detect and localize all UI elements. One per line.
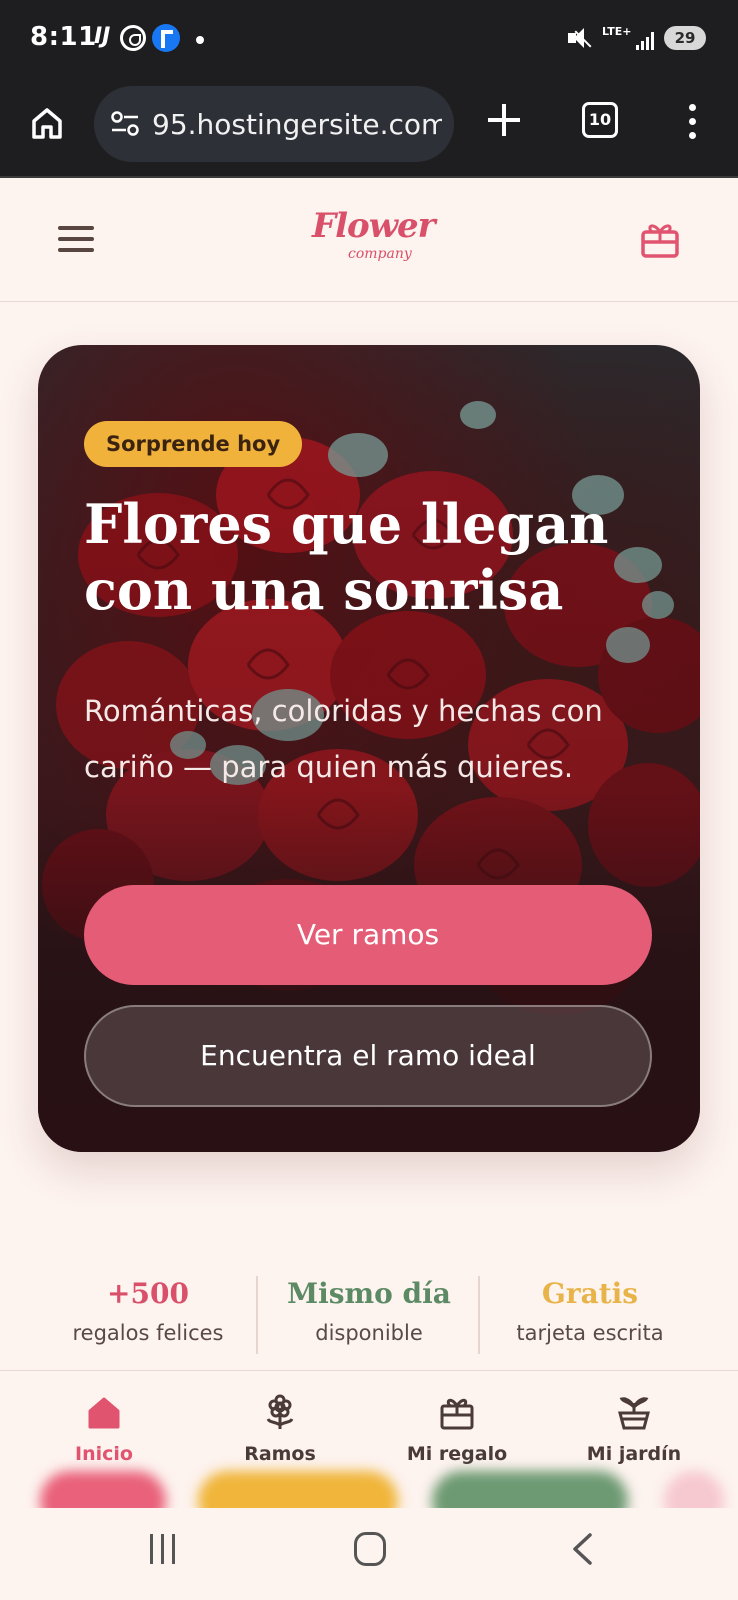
signal-icon — [636, 30, 658, 50]
recents-icon[interactable] — [148, 1534, 178, 1564]
bottom-navigation: Inicio Ramos Mi regalo Mi jardín — [0, 1370, 738, 1510]
find-ideal-bouquet-button[interactable]: Encuentra el ramo ideal — [84, 1005, 652, 1107]
whatsapp-icon — [120, 25, 146, 51]
network-type: LTE+ — [602, 25, 632, 38]
stat-divider — [256, 1276, 258, 1354]
browser-toolbar: 95.hostingersite.com 10 — [0, 80, 738, 178]
nav-item-mi-jardin[interactable]: Mi jardín — [544, 1393, 724, 1473]
browser-home-icon[interactable] — [30, 106, 64, 140]
browser-menu-icon[interactable] — [686, 104, 698, 140]
logo-sub-text: company — [348, 246, 412, 262]
plant-pot-icon — [614, 1393, 654, 1433]
nav-item-ramos[interactable]: Ramos — [190, 1393, 370, 1473]
stat-label: regalos felices — [72, 1321, 224, 1345]
url-text: 95.hostingersite.com — [152, 108, 442, 141]
hamburger-menu-icon[interactable] — [58, 226, 94, 252]
battery-icon: 29 — [664, 26, 706, 50]
nav-label: Mi regalo — [406, 1443, 508, 1465]
home-icon — [84, 1393, 124, 1433]
peek-card — [432, 1471, 628, 1510]
stat-free-card: Gratis tarjeta escrita — [480, 1274, 700, 1358]
stat-label: disponible — [315, 1321, 423, 1345]
facebook-messenger-icon — [152, 24, 180, 52]
stats-row: +500 regalos felices Mismo día disponibl… — [38, 1274, 700, 1358]
stat-value: +500 — [107, 1277, 189, 1310]
stat-value: Gratis — [541, 1277, 639, 1310]
hero-badge: Sorprende hoy — [84, 421, 303, 467]
nav-label: Ramos — [244, 1443, 316, 1465]
nav-item-mi-regalo[interactable]: Mi regalo — [367, 1393, 547, 1473]
dot-icon — [196, 36, 204, 44]
site-header: Flower company — [0, 180, 738, 302]
status-time: 8:11 — [30, 22, 97, 52]
nav-label: Mi jardín — [586, 1443, 682, 1465]
status-bar: 8:11 IJ LTE+ 29 — [0, 0, 738, 80]
peek-card — [40, 1471, 166, 1510]
gift-icon[interactable] — [640, 220, 680, 258]
stat-value: Mismo día — [287, 1277, 451, 1310]
address-bar[interactable]: 95.hostingersite.com — [94, 86, 454, 162]
peek-card — [664, 1471, 724, 1510]
mute-icon — [568, 28, 592, 48]
hero-banner: Sorprende hoy Flores que llegan con una … — [38, 345, 700, 1152]
stat-gifts: +500 regalos felices — [38, 1274, 258, 1358]
gift-icon — [437, 1393, 477, 1433]
back-icon[interactable] — [566, 1532, 600, 1566]
flower-icon — [260, 1393, 300, 1433]
nav-item-inicio[interactable]: Inicio — [14, 1393, 194, 1473]
notification-glyph: IJ — [94, 24, 111, 49]
stat-label: tarjeta escrita — [516, 1321, 664, 1345]
view-bouquets-button[interactable]: Ver ramos — [84, 885, 652, 985]
new-tab-icon[interactable] — [486, 102, 522, 138]
peek-card — [198, 1471, 398, 1510]
site-settings-icon[interactable] — [110, 110, 140, 138]
system-navigation-bar — [0, 1508, 738, 1600]
hero-title: Flores que llegan con una sonrisa — [84, 492, 609, 622]
tab-switcher-button[interactable]: 10 — [582, 102, 618, 138]
logo-main-text: Flower — [312, 206, 436, 246]
hero-subtitle: Románticas, coloridas y hechas con cariñ… — [84, 694, 603, 784]
stat-same-day: Mismo día disponible — [259, 1274, 479, 1358]
site-logo[interactable]: Flower company — [296, 206, 442, 276]
nav-label: Inicio — [75, 1443, 133, 1465]
system-home-icon[interactable] — [354, 1532, 386, 1566]
